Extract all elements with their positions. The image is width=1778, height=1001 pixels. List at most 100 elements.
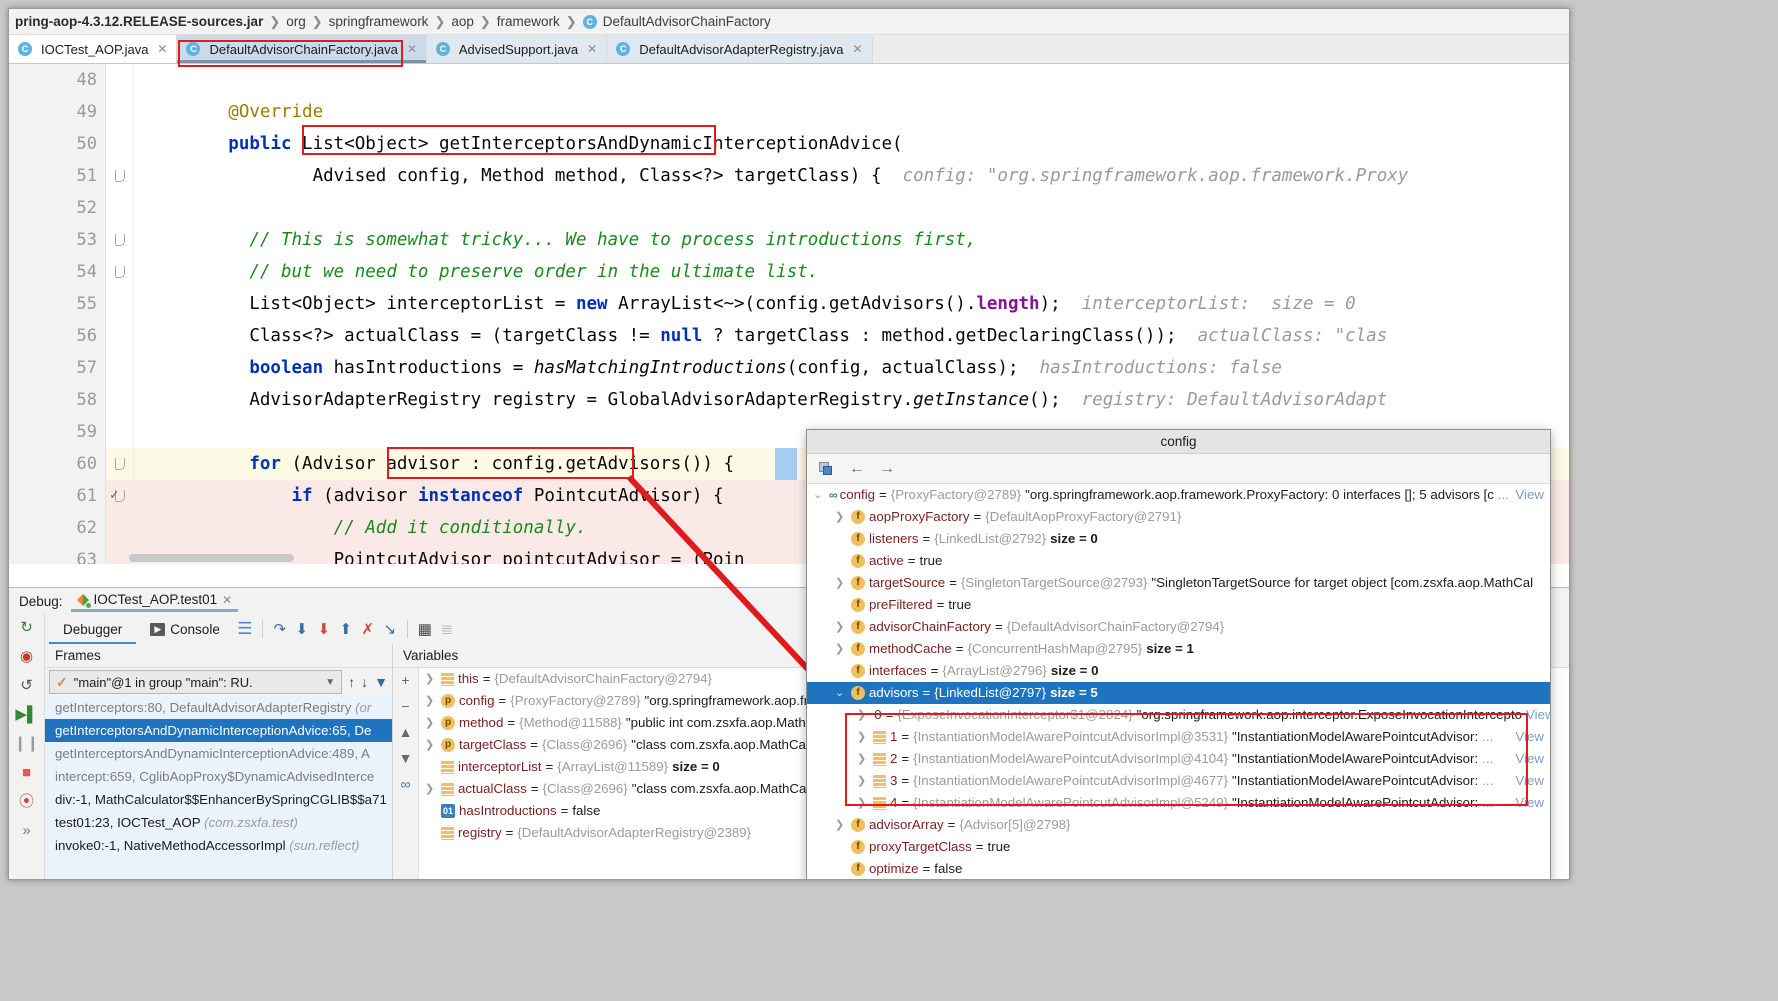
step-over-icon[interactable]: ↷: [269, 618, 291, 640]
frame-row[interactable]: getInterceptorsAndDynamicInterceptionAdv…: [45, 719, 392, 742]
expand-twisty-icon[interactable]: ⌄: [813, 484, 825, 506]
expand-twisty-icon[interactable]: ❯: [425, 778, 437, 800]
move-down-icon[interactable]: ▼: [399, 750, 413, 766]
popup-variable-row[interactable]: ❯ f methodCache = {ConcurrentHashMap@2795} si…: [807, 638, 1550, 660]
resume-icon[interactable]: ▶▌: [15, 707, 37, 722]
fold-marker-icon[interactable]: [115, 458, 125, 470]
step-out-icon[interactable]: ⬆: [335, 618, 357, 640]
fold-cell[interactable]: [106, 448, 133, 480]
tab-ioctest-aop[interactable]: C IOCTest_AOP.java ✕: [9, 35, 178, 63]
expand-twisty-icon[interactable]: ⌄: [835, 682, 847, 704]
tab-debugger[interactable]: Debugger: [49, 614, 137, 644]
expand-twisty-icon[interactable]: ❯: [835, 616, 847, 638]
popup-variable-row[interactable]: ⌄ ∞ config = {ProxyFactory@2789} "org.springf…: [807, 484, 1550, 506]
run-configuration-tab[interactable]: IOCTest_AOP.test01 ✕: [70, 592, 239, 612]
line-number[interactable]: 58: [9, 384, 105, 416]
line-number[interactable]: 48: [9, 64, 105, 96]
popup-variable-row[interactable]: f listeners = {LinkedList@2792} size = 0: [807, 528, 1550, 550]
popup-variable-row[interactable]: ❯ f advisorChainFactory = {DefaultAdvisorCha…: [807, 616, 1550, 638]
back-arrow-icon[interactable]: ←: [849, 460, 865, 478]
rerun-icon[interactable]: ↻: [20, 620, 33, 635]
frame-row[interactable]: getInterceptorsAndDynamicInterceptionAdv…: [45, 742, 392, 765]
line-number[interactable]: 55: [9, 288, 105, 320]
code-line[interactable]: // but we need to preserve order in the …: [134, 256, 1569, 288]
restore-layout-icon[interactable]: ↺: [20, 678, 33, 693]
popup-variables-list[interactable]: ⌄ ∞ config = {ProxyFactory@2789} "org.springf…: [807, 484, 1550, 879]
popup-variable-row[interactable]: f optimize = false: [807, 858, 1550, 879]
fold-cell[interactable]: [106, 352, 133, 384]
breadcrumb-item-springframework[interactable]: springframework: [329, 14, 429, 29]
view-link[interactable]: View: [1515, 748, 1550, 770]
popup-variable-row[interactable]: ⌄ f advisors = {LinkedList@2797} size = 5: [807, 682, 1550, 704]
code-line[interactable]: [134, 64, 1569, 96]
fold-cell[interactable]: [106, 320, 133, 352]
line-number[interactable]: 54: [9, 256, 105, 288]
expand-twisty-icon[interactable]: ❯: [857, 748, 869, 770]
fold-cell[interactable]: [106, 512, 133, 544]
fold-cell[interactable]: [106, 384, 133, 416]
popup-variable-row[interactable]: f preFiltered = true: [807, 594, 1550, 616]
editor-horizontal-scrollbar[interactable]: [129, 554, 294, 562]
code-line[interactable]: Class<?> actualClass = (targetClass != n…: [134, 320, 1569, 352]
expand-twisty-icon[interactable]: ❯: [857, 792, 869, 814]
more-icon[interactable]: »: [22, 823, 30, 838]
add-watch-icon[interactable]: +: [401, 672, 409, 688]
expand-twisty-icon[interactable]: ❯: [425, 734, 437, 756]
forward-arrow-icon[interactable]: →: [879, 460, 895, 478]
popup-variable-row[interactable]: ❯ 0 = {ExposeInvocationInterceptor$1@2824} "…: [807, 704, 1550, 726]
popup-variable-row[interactable]: ❯ 2 = {InstantiationModelAwarePointcutAdvis…: [807, 748, 1550, 770]
stop-icon[interactable]: ■: [22, 765, 31, 780]
expand-twisty-icon[interactable]: ❯: [857, 770, 869, 792]
breadcrumb-leaf[interactable]: DefaultAdvisorChainFactory: [603, 14, 771, 29]
fold-cell[interactable]: [106, 192, 133, 224]
popup-variable-row[interactable]: ❯ f aopProxyFactory = {DefaultAopProxyFactor…: [807, 506, 1550, 528]
tab-advisedsupport[interactable]: C AdvisedSupport.java ✕: [426, 35, 608, 63]
mute-breakpoints-icon[interactable]: ☰: [234, 618, 256, 640]
fold-gutter[interactable]: ✓: [106, 64, 134, 564]
fold-cell[interactable]: [106, 544, 133, 564]
force-step-into-icon[interactable]: ⬇: [313, 618, 335, 640]
fold-marker-icon[interactable]: [115, 170, 125, 182]
breadcrumb-item-org[interactable]: org: [286, 14, 306, 29]
code-line[interactable]: public List<Object> getInterceptorsAndDy…: [134, 128, 1569, 160]
step-into-icon[interactable]: ⬇: [291, 618, 313, 640]
popup-variable-row[interactable]: f interfaces = {ArrayList@2796} size = 0: [807, 660, 1550, 682]
fold-cell[interactable]: [106, 96, 133, 128]
frame-row[interactable]: test01:23, IOCTest_AOP (com.zsxfa.test): [45, 811, 392, 834]
code-line[interactable]: AdvisorAdapterRegistry registry = Global…: [134, 384, 1569, 416]
filter-icon[interactable]: ▼: [374, 674, 388, 690]
line-number[interactable]: 59: [9, 416, 105, 448]
expand-twisty-icon[interactable]: ❯: [425, 690, 437, 712]
expand-twisty-icon[interactable]: ❯: [835, 638, 847, 660]
frame-row[interactable]: invoke0:-1, NativeMethodAccessorImpl (su…: [45, 834, 392, 857]
mute-breakpoints-rail-icon[interactable]: ⦿: [19, 794, 34, 809]
fold-cell[interactable]: [106, 128, 133, 160]
tab-defaultadvisoradapterregistry[interactable]: C DefaultAdvisorAdapterRegistry.java ✕: [607, 35, 873, 63]
remove-watch-icon[interactable]: −: [401, 698, 409, 714]
breadcrumb-root[interactable]: pring-aop-4.3.12.RELEASE-sources.jar: [15, 14, 263, 29]
view-link[interactable]: View: [1526, 704, 1550, 726]
line-number[interactable]: 51: [9, 160, 105, 192]
line-number[interactable]: 57: [9, 352, 105, 384]
view-breakpoints-icon[interactable]: ◉: [20, 649, 33, 664]
fold-cell[interactable]: [106, 256, 133, 288]
fold-cell[interactable]: ✓: [106, 480, 133, 512]
close-icon[interactable]: ✕: [407, 42, 417, 56]
drop-frame-icon[interactable]: ✗: [357, 618, 379, 640]
breadcrumb-item-aop[interactable]: aop: [451, 14, 474, 29]
line-number[interactable]: 60: [9, 448, 105, 480]
expand-twisty-icon[interactable]: ❯: [835, 506, 847, 528]
frames-list[interactable]: getInterceptors:80, DefaultAdvisorAdapte…: [45, 696, 392, 879]
line-number[interactable]: 50I: [9, 128, 133, 160]
popup-variable-row[interactable]: f proxyTargetClass = true: [807, 836, 1550, 858]
tab-console[interactable]: ▶ Console: [136, 614, 234, 644]
code-line[interactable]: boolean hasIntroductions = hasMatchingIn…: [134, 352, 1569, 384]
frame-row[interactable]: intercept:659, CglibAopProxy$DynamicAdvi…: [45, 765, 392, 788]
tab-defaultadvisorchainfactory[interactable]: C DefaultAdvisorChainFactory.java ✕: [177, 35, 427, 63]
popup-variable-row[interactable]: ❯ 4 = {InstantiationModelAwarePointcutAdvis…: [807, 792, 1550, 814]
frame-up-icon[interactable]: ↑: [348, 674, 355, 690]
popup-variable-row[interactable]: ❯ 1 = {InstantiationModelAwarePointcutAdvis…: [807, 726, 1550, 748]
line-number-gutter[interactable]: 484950I51525354555657585960616263: [9, 64, 133, 564]
evaluate-expression-icon[interactable]: ▦: [414, 618, 436, 640]
line-number[interactable]: 62: [9, 512, 105, 544]
